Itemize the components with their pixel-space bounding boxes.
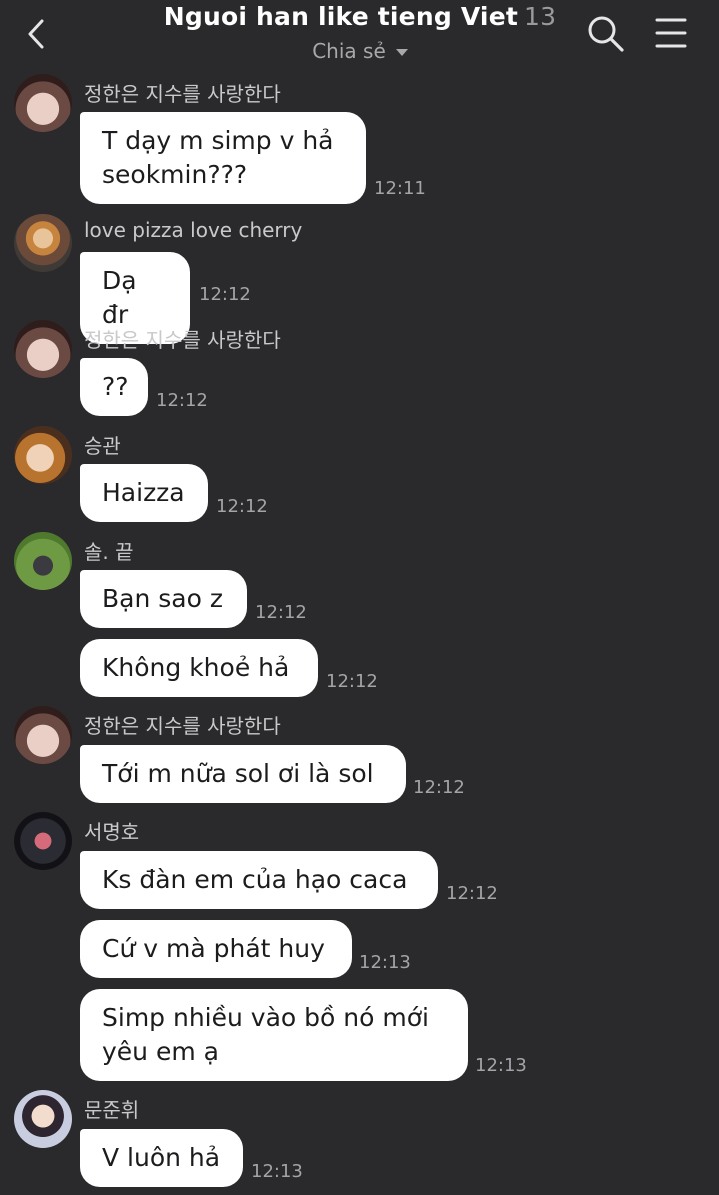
sender-name: 서명호 bbox=[84, 820, 140, 844]
message-bubble[interactable]: Ks đàn em của hạo caca bbox=[80, 851, 438, 909]
avatar[interactable] bbox=[14, 706, 72, 764]
message-time: 12:12 bbox=[156, 390, 208, 411]
sender-name: 정한은 지수를 사랑한다 bbox=[84, 714, 281, 738]
message-time: 12:12 bbox=[413, 777, 465, 798]
message-time: 12:13 bbox=[475, 1055, 527, 1076]
message-bubble[interactable]: Tới m nữa sol ơi là sol bbox=[80, 745, 406, 803]
message-time: 12:13 bbox=[251, 1161, 303, 1182]
group-title: Nguoi han like tieng Viet 13 bbox=[140, 2, 580, 31]
sender-name: 정한은 지수를 사랑한다 bbox=[84, 82, 281, 106]
avatar[interactable] bbox=[14, 214, 72, 272]
avatar[interactable] bbox=[14, 74, 72, 132]
message-bubble[interactable]: Bạn sao z bbox=[80, 570, 247, 628]
caret-down-icon bbox=[395, 49, 408, 56]
message-time: 12:12 bbox=[326, 671, 378, 692]
message-bubble[interactable]: Cứ v mà phát huy bbox=[80, 920, 352, 978]
message-time: 12:12 bbox=[216, 496, 268, 517]
search-button[interactable] bbox=[586, 14, 626, 54]
share-dropdown[interactable]: Chia sẻ bbox=[312, 39, 408, 63]
member-count: 13 bbox=[524, 2, 557, 31]
menu-button[interactable] bbox=[654, 16, 688, 50]
message-bubble[interactable]: T dạy m simp v hả seokmin??? bbox=[80, 112, 366, 204]
message-time: 12:13 bbox=[359, 952, 411, 973]
message-bubble[interactable]: V luôn hả bbox=[80, 1129, 243, 1187]
search-icon bbox=[588, 16, 624, 52]
chevron-left-icon bbox=[28, 19, 44, 49]
message-time: 12:11 bbox=[374, 178, 426, 199]
chat-title-area[interactable]: Nguoi han like tieng Viet 13 Chia sẻ bbox=[140, 2, 580, 63]
avatar[interactable] bbox=[14, 812, 72, 870]
sender-name: 문준휘 bbox=[84, 1098, 140, 1122]
group-name: Nguoi han like tieng Viet bbox=[163, 2, 519, 31]
sender-name: 승관 bbox=[84, 434, 121, 458]
sender-name: love pizza love cherry bbox=[84, 218, 303, 242]
sender-name: 정한은 지수를 사랑한다 bbox=[84, 328, 281, 352]
avatar[interactable] bbox=[14, 1090, 72, 1148]
avatar[interactable] bbox=[14, 426, 72, 484]
avatar[interactable] bbox=[14, 532, 72, 590]
message-time: 12:12 bbox=[255, 602, 307, 623]
chat-header: Nguoi han like tieng Viet 13 Chia sẻ bbox=[0, 0, 719, 74]
sender-name: 솔. 끝 bbox=[84, 540, 134, 564]
share-label: Chia sẻ bbox=[312, 39, 386, 63]
message-bubble[interactable]: Không khoẻ hả bbox=[80, 639, 318, 697]
hamburger-menu-icon bbox=[655, 18, 687, 48]
back-button[interactable] bbox=[20, 16, 52, 52]
message-time: 12:12 bbox=[199, 284, 251, 305]
message-bubble[interactable]: Haizza bbox=[80, 464, 208, 522]
message-bubble[interactable]: Simp nhiều vào bồ nó mới yêu em ạ bbox=[80, 989, 468, 1081]
message-time: 12:12 bbox=[446, 883, 498, 904]
avatar[interactable] bbox=[14, 320, 72, 378]
message-bubble[interactable]: ?? bbox=[80, 358, 148, 416]
